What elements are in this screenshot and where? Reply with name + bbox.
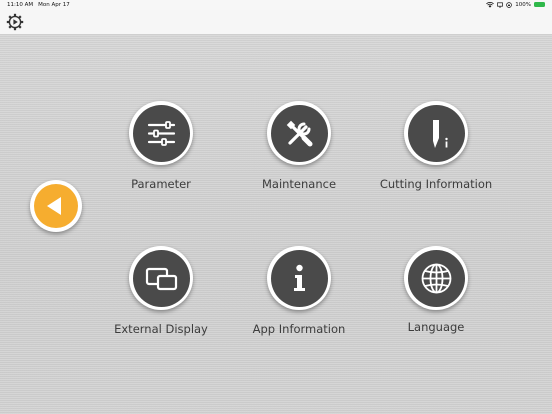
globe-icon <box>421 263 451 293</box>
app-information-icon-button[interactable] <box>267 246 331 310</box>
maintenance-icon-button[interactable] <box>267 101 331 165</box>
menu-item-language[interactable]: Language <box>371 246 501 336</box>
battery-icon <box>534 2 545 7</box>
status-date: Mon Apr 17 <box>38 1 70 8</box>
external-display-icon-button[interactable] <box>129 246 193 310</box>
cutting-information-icon-button[interactable] <box>404 101 468 165</box>
parameter-icon-button[interactable] <box>129 101 193 165</box>
status-bar: 11:10 AM Mon Apr 17 100% <box>0 0 552 10</box>
menu-item-app-information[interactable]: App Information <box>234 246 364 336</box>
menu-item-cutting-information[interactable]: Cutting Information <box>371 101 501 191</box>
status-left: 11:10 AM Mon Apr 17 <box>7 2 70 8</box>
back-button-face <box>34 184 78 228</box>
back-button[interactable] <box>30 180 82 232</box>
status-time: 11:10 AM <box>7 1 34 8</box>
chevron-left-icon <box>47 197 61 215</box>
menu-item-external-display[interactable]: External Display <box>96 246 226 336</box>
cutting-information-label: Cutting Information <box>379 177 493 191</box>
blade-info-icon <box>432 119 448 148</box>
info-icon <box>293 264 305 291</box>
main-content: Parameter Maintenance Cutting Informatio… <box>0 35 552 414</box>
sliders-icon <box>147 120 175 146</box>
language-label: Language <box>407 320 465 334</box>
battery-percent: 100% <box>515 1 531 8</box>
menu-item-maintenance[interactable]: Maintenance <box>234 101 364 191</box>
wifi-icon <box>486 1 495 8</box>
tools-icon <box>286 120 312 146</box>
top-toolbar <box>0 10 552 35</box>
settings-button[interactable] <box>6 13 24 31</box>
orientation-lock-icon <box>506 1 513 8</box>
menu-item-parameter[interactable]: Parameter <box>96 101 226 191</box>
screen-mirror-icon <box>497 1 504 7</box>
screens-icon <box>145 267 177 290</box>
status-right: 100% <box>486 2 545 8</box>
gear-play-icon <box>6 13 24 31</box>
language-icon-button[interactable] <box>404 246 468 310</box>
